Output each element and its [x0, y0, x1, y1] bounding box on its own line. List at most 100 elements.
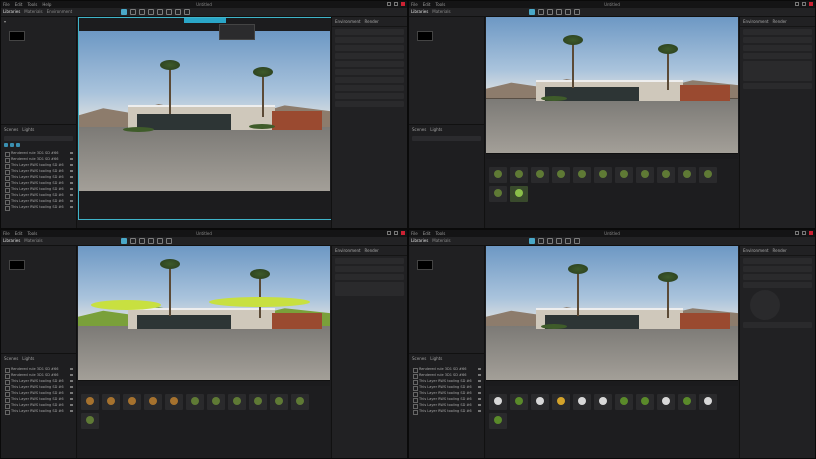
outliner-search[interactable] [4, 136, 73, 141]
maximize-icon[interactable] [802, 231, 806, 235]
asset-tile[interactable] [510, 394, 528, 410]
scene-thumbnail[interactable] [9, 260, 25, 270]
asset-tile[interactable] [657, 167, 675, 183]
close-icon[interactable] [809, 2, 813, 6]
tab-render[interactable]: Render [773, 19, 787, 24]
viewport[interactable] [78, 246, 330, 380]
asset-tile[interactable] [573, 394, 591, 410]
tab-render[interactable]: Render [365, 248, 379, 253]
asset-tile[interactable] [615, 394, 633, 410]
tab-scenes[interactable]: Scenes [412, 127, 426, 132]
close-icon[interactable] [401, 2, 405, 6]
property-row[interactable] [335, 69, 404, 75]
add-icon[interactable] [10, 143, 14, 147]
tab-libraries[interactable]: Libraries [411, 238, 428, 243]
property-row[interactable] [743, 258, 812, 264]
scale-tool-icon[interactable] [556, 238, 562, 244]
move-tool-icon[interactable] [538, 9, 544, 15]
minimize-icon[interactable] [387, 231, 391, 235]
close-icon[interactable] [809, 231, 813, 235]
asset-tile[interactable] [291, 394, 309, 410]
asset-tile[interactable] [249, 394, 267, 410]
move-tool-icon[interactable] [130, 238, 136, 244]
camera-tool-icon[interactable] [157, 238, 163, 244]
property-row[interactable] [743, 266, 812, 272]
select-tool-icon[interactable] [529, 238, 535, 244]
tab-environment[interactable]: Environment [743, 19, 769, 24]
asset-tile[interactable] [678, 394, 696, 410]
property-row[interactable] [743, 53, 812, 59]
tab-lights[interactable]: Lights [22, 356, 34, 361]
asset-tile[interactable] [594, 394, 612, 410]
maximize-icon[interactable] [802, 2, 806, 6]
property-row[interactable] [335, 85, 404, 91]
property-row[interactable] [335, 282, 404, 296]
scene-thumbnail[interactable] [417, 260, 433, 270]
list-item[interactable]: This Layer RWS tooling SD #6 [1, 408, 76, 415]
scale-tool-icon[interactable] [556, 9, 562, 15]
move-tool-icon[interactable] [538, 238, 544, 244]
asset-tile[interactable] [489, 186, 507, 202]
filter-icon[interactable] [4, 143, 8, 147]
asset-tile[interactable] [594, 167, 612, 183]
viewport[interactable] [486, 17, 738, 153]
tab-lights[interactable]: Lights [430, 127, 442, 132]
asset-tile[interactable] [552, 394, 570, 410]
maximize-icon[interactable] [394, 231, 398, 235]
property-row[interactable] [743, 29, 812, 35]
tab-libraries[interactable]: Libraries [3, 9, 20, 14]
asset-tile[interactable] [165, 394, 183, 410]
camera-tool-icon[interactable] [565, 238, 571, 244]
light-tool-icon[interactable] [166, 238, 172, 244]
asset-tile[interactable] [552, 167, 570, 183]
asset-tile[interactable] [531, 167, 549, 183]
tab-scenes[interactable]: Scenes [412, 356, 426, 361]
asset-tile[interactable] [678, 167, 696, 183]
rotate-tool-icon[interactable] [139, 9, 145, 15]
minimize-icon[interactable] [387, 2, 391, 6]
tab-environment[interactable]: Environment [743, 248, 769, 253]
tab-scenes[interactable]: Scenes [4, 356, 18, 361]
asset-tile[interactable] [228, 394, 246, 410]
asset-tile[interactable] [615, 167, 633, 183]
scene-thumbnail[interactable] [417, 31, 433, 41]
property-row[interactable] [335, 53, 404, 59]
minimize-icon[interactable] [795, 2, 799, 6]
move-tool-icon[interactable] [130, 9, 136, 15]
tab-render[interactable]: Render [773, 248, 787, 253]
asset-tile[interactable] [573, 167, 591, 183]
tab-materials[interactable]: Materials [24, 238, 42, 243]
asset-tile[interactable] [636, 167, 654, 183]
asset-tile[interactable] [102, 394, 120, 410]
tab-environment[interactable]: Environment [335, 19, 361, 24]
tab-environment[interactable]: Environment [335, 248, 361, 253]
rotate-tool-icon[interactable] [547, 9, 553, 15]
property-row[interactable] [743, 61, 812, 81]
camera-tool-icon[interactable] [565, 9, 571, 15]
tab-environment[interactable]: Environment [47, 9, 73, 14]
property-row[interactable] [743, 322, 812, 328]
select-tool-icon[interactable] [121, 9, 127, 15]
tab-scenes[interactable]: Scenes [4, 127, 18, 132]
asset-tile[interactable] [123, 394, 141, 410]
property-row[interactable] [335, 77, 404, 83]
close-icon[interactable] [401, 231, 405, 235]
property-row[interactable] [743, 282, 812, 288]
asset-tile[interactable] [144, 394, 162, 410]
scale-tool-icon[interactable] [148, 9, 154, 15]
tab-materials[interactable]: Materials [432, 9, 450, 14]
minimize-icon[interactable] [795, 231, 799, 235]
grid-tool-icon[interactable] [184, 9, 190, 15]
asset-tile[interactable] [207, 394, 225, 410]
rotate-tool-icon[interactable] [547, 238, 553, 244]
property-row[interactable] [743, 83, 812, 89]
property-row[interactable] [335, 93, 404, 99]
asset-tile[interactable] [489, 413, 507, 429]
property-row[interactable] [335, 29, 404, 35]
asset-tile[interactable] [186, 394, 204, 410]
asset-tile[interactable] [636, 394, 654, 410]
tab-render[interactable]: Render [365, 19, 379, 24]
tab-materials[interactable]: Materials [24, 9, 42, 14]
viewport[interactable] [486, 246, 738, 380]
asset-tile[interactable] [81, 413, 99, 429]
